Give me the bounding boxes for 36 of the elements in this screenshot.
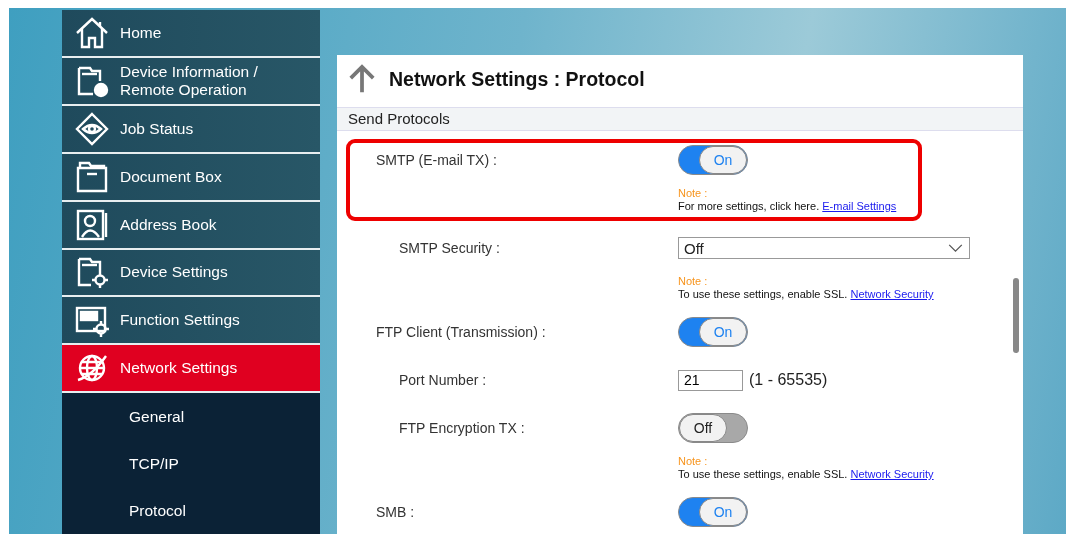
number-field[interactable]: 21 (678, 369, 743, 391)
toggle-switch[interactable]: On (678, 497, 748, 527)
note-label: Note : (678, 187, 709, 200)
toggle-switch[interactable]: On (678, 145, 748, 175)
range-hint: (1 - 65535) (749, 371, 828, 389)
setting-label: Port Number : (398, 372, 488, 388)
setting-label: SMTP Security : (398, 240, 501, 256)
settings-link[interactable]: E-mail Settings (822, 200, 897, 212)
toggle-switch[interactable]: Off (678, 413, 748, 443)
setting-label: FTP Client (Transmission) : (376, 324, 547, 340)
settings-link[interactable]: Network Security (850, 288, 934, 300)
settings-link[interactable]: Network Security (850, 468, 934, 480)
sidebar-item[interactable]: Job Status (62, 105, 320, 154)
note-label: Note : (678, 455, 709, 468)
note-label: Note : (678, 275, 709, 288)
sidebar-item[interactable]: Network Settings (62, 345, 320, 394)
sidebar-item[interactable]: Device Settings (62, 249, 320, 298)
note-text: For more settings, click here. (678, 200, 820, 212)
scrollbar-thumb[interactable] (1013, 278, 1019, 353)
toggle-switch[interactable]: On (678, 317, 748, 347)
setting-label: FTP Encryption TX : (398, 420, 526, 436)
eye-icon (74, 110, 110, 147)
setting-label: SMTP (E-mail TX) : (376, 152, 498, 168)
sidebar-item[interactable]: Document Box (62, 153, 320, 202)
page-title: Network Settings : Protocol (389, 67, 645, 91)
section-header: Send Protocols (337, 107, 1023, 131)
note-text: To use these settings, enable SSL. (678, 468, 848, 480)
sidebar-item[interactable]: Address Book (62, 201, 320, 250)
sidebar-item[interactable]: Device Information / Remote Operation (62, 57, 320, 106)
dropdown-field[interactable]: Off (678, 237, 970, 259)
setting-label: SMB : (376, 504, 416, 520)
sidebar-item[interactable]: Home (62, 10, 320, 58)
sidebar-item[interactable]: Function Settings (62, 297, 320, 346)
up-arrow-icon[interactable] (347, 64, 377, 94)
note-text: To use these settings, enable SSL. (678, 288, 848, 300)
chevron-down-icon (948, 243, 963, 253)
